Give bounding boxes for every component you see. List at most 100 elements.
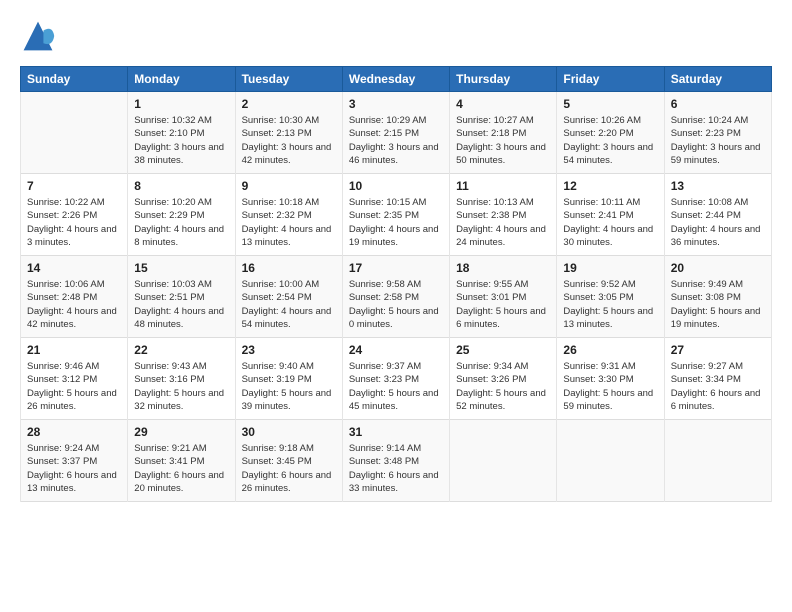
day-info: Sunrise: 10:30 AMSunset: 2:13 PMDaylight… [242, 114, 336, 167]
day-info: Sunrise: 10:27 AMSunset: 2:18 PMDaylight… [456, 114, 550, 167]
calendar-cell: 2 Sunrise: 10:30 AMSunset: 2:13 PMDayligh… [235, 92, 342, 174]
day-number: 20 [671, 261, 765, 275]
day-info: Sunrise: 10:13 AMSunset: 2:38 PMDaylight… [456, 196, 550, 249]
calendar-week-row: 14 Sunrise: 10:06 AMSunset: 2:48 PMDaylig… [21, 256, 772, 338]
day-number: 31 [349, 425, 443, 439]
day-info: Sunrise: 9:14 AMSunset: 3:48 PMDaylight:… [349, 442, 443, 495]
day-info: Sunrise: 9:21 AMSunset: 3:41 PMDaylight:… [134, 442, 228, 495]
day-info: Sunrise: 9:27 AMSunset: 3:34 PMDaylight:… [671, 360, 765, 413]
day-number: 14 [27, 261, 121, 275]
day-number: 18 [456, 261, 550, 275]
calendar-cell: 25 Sunrise: 9:34 AMSunset: 3:26 PMDayligh… [450, 338, 557, 420]
day-info: Sunrise: 9:55 AMSunset: 3:01 PMDaylight:… [456, 278, 550, 331]
calendar-cell: 7Sunrise: 10:22 AMSunset: 2:26 PMDayligh… [21, 174, 128, 256]
day-number: 6 [671, 97, 765, 111]
day-info: Sunrise: 10:15 AMSunset: 2:35 PMDaylight… [349, 196, 443, 249]
day-number: 30 [242, 425, 336, 439]
day-info: Sunrise: 10:24 AMSunset: 2:23 PMDaylight… [671, 114, 765, 167]
day-info: Sunrise: 10:26 AMSunset: 2:20 PMDaylight… [563, 114, 657, 167]
calendar-cell: 31 Sunrise: 9:14 AMSunset: 3:48 PMDayligh… [342, 420, 449, 502]
calendar-week-row: 7Sunrise: 10:22 AMSunset: 2:26 PMDayligh… [21, 174, 772, 256]
calendar-cell: 26 Sunrise: 9:31 AMSunset: 3:30 PMDayligh… [557, 338, 664, 420]
calendar-cell [21, 92, 128, 174]
day-info: Sunrise: 10:32 AMSunset: 2:10 PMDaylight… [134, 114, 228, 167]
day-info: Sunrise: 9:37 AMSunset: 3:23 PMDaylight:… [349, 360, 443, 413]
day-number: 2 [242, 97, 336, 111]
day-info: Sunrise: 9:31 AMSunset: 3:30 PMDaylight:… [563, 360, 657, 413]
day-info: Sunrise: 9:40 AMSunset: 3:19 PMDaylight:… [242, 360, 336, 413]
calendar-table: SundayMondayTuesdayWednesdayThursdayFrid… [20, 66, 772, 502]
logo [20, 18, 62, 54]
day-info: Sunrise: 10:00 AMSunset: 2:54 PMDaylight… [242, 278, 336, 331]
day-number: 17 [349, 261, 443, 275]
day-info: Sunrise: 10:03 AMSunset: 2:51 PMDaylight… [134, 278, 228, 331]
calendar-cell: 10 Sunrise: 10:15 AMSunset: 2:35 PMDaylig… [342, 174, 449, 256]
calendar-cell: 9 Sunrise: 10:18 AMSunset: 2:32 PMDayligh… [235, 174, 342, 256]
calendar-cell: 15 Sunrise: 10:03 AMSunset: 2:51 PMDaylig… [128, 256, 235, 338]
day-number: 26 [563, 343, 657, 357]
calendar-cell: 11 Sunrise: 10:13 AMSunset: 2:38 PMDaylig… [450, 174, 557, 256]
day-number: 16 [242, 261, 336, 275]
calendar-cell: 1 Sunrise: 10:32 AMSunset: 2:10 PMDayligh… [128, 92, 235, 174]
calendar-cell: 12 Sunrise: 10:11 AMSunset: 2:41 PMDaylig… [557, 174, 664, 256]
day-info: Sunrise: 9:52 AMSunset: 3:05 PMDaylight:… [563, 278, 657, 331]
calendar-cell: 23 Sunrise: 9:40 AMSunset: 3:19 PMDayligh… [235, 338, 342, 420]
calendar-cell: 17 Sunrise: 9:58 AMSunset: 2:58 PMDayligh… [342, 256, 449, 338]
calendar-week-row: 21Sunrise: 9:46 AMSunset: 3:12 PMDayligh… [21, 338, 772, 420]
weekday-header: Tuesday [235, 67, 342, 92]
calendar-body: 1 Sunrise: 10:32 AMSunset: 2:10 PMDayligh… [21, 92, 772, 502]
calendar-cell: 29 Sunrise: 9:21 AMSunset: 3:41 PMDayligh… [128, 420, 235, 502]
day-info: Sunrise: 10:22 AMSunset: 2:26 PMDaylight… [27, 196, 121, 249]
calendar-cell [557, 420, 664, 502]
day-number: 28 [27, 425, 121, 439]
calendar-cell: 13Sunrise: 10:08 AMSunset: 2:44 PMDaylig… [664, 174, 771, 256]
calendar-cell [450, 420, 557, 502]
header [20, 18, 772, 54]
weekday-header: Wednesday [342, 67, 449, 92]
day-number: 1 [134, 97, 228, 111]
calendar-cell [664, 420, 771, 502]
day-info: Sunrise: 9:49 AMSunset: 3:08 PMDaylight:… [671, 278, 765, 331]
day-info: Sunrise: 9:58 AMSunset: 2:58 PMDaylight:… [349, 278, 443, 331]
calendar-week-row: 28Sunrise: 9:24 AMSunset: 3:37 PMDayligh… [21, 420, 772, 502]
day-number: 10 [349, 179, 443, 193]
day-number: 3 [349, 97, 443, 111]
day-number: 9 [242, 179, 336, 193]
day-info: Sunrise: 9:34 AMSunset: 3:26 PMDaylight:… [456, 360, 550, 413]
calendar-cell: 27Sunrise: 9:27 AMSunset: 3:34 PMDayligh… [664, 338, 771, 420]
weekday-header: Friday [557, 67, 664, 92]
calendar-cell: 18 Sunrise: 9:55 AMSunset: 3:01 PMDayligh… [450, 256, 557, 338]
weekday-header: Thursday [450, 67, 557, 92]
day-number: 11 [456, 179, 550, 193]
calendar-cell: 30 Sunrise: 9:18 AMSunset: 3:45 PMDayligh… [235, 420, 342, 502]
day-number: 23 [242, 343, 336, 357]
day-number: 12 [563, 179, 657, 193]
calendar-week-row: 1 Sunrise: 10:32 AMSunset: 2:10 PMDayligh… [21, 92, 772, 174]
day-info: Sunrise: 10:06 AMSunset: 2:48 PMDaylight… [27, 278, 121, 331]
weekday-header: Monday [128, 67, 235, 92]
day-info: Sunrise: 9:18 AMSunset: 3:45 PMDaylight:… [242, 442, 336, 495]
day-info: Sunrise: 10:18 AMSunset: 2:32 PMDaylight… [242, 196, 336, 249]
day-info: Sunrise: 9:43 AMSunset: 3:16 PMDaylight:… [134, 360, 228, 413]
day-number: 25 [456, 343, 550, 357]
calendar-cell: 5 Sunrise: 10:26 AMSunset: 2:20 PMDayligh… [557, 92, 664, 174]
day-info: Sunrise: 10:29 AMSunset: 2:15 PMDaylight… [349, 114, 443, 167]
header-row: SundayMondayTuesdayWednesdayThursdayFrid… [21, 67, 772, 92]
calendar-cell: 14 Sunrise: 10:06 AMSunset: 2:48 PMDaylig… [21, 256, 128, 338]
calendar-cell: 20 Sunrise: 9:49 AMSunset: 3:08 PMDayligh… [664, 256, 771, 338]
calendar-cell: 4Sunrise: 10:27 AMSunset: 2:18 PMDayligh… [450, 92, 557, 174]
day-number: 29 [134, 425, 228, 439]
day-number: 24 [349, 343, 443, 357]
day-number: 19 [563, 261, 657, 275]
weekday-header: Saturday [664, 67, 771, 92]
calendar-cell: 28Sunrise: 9:24 AMSunset: 3:37 PMDayligh… [21, 420, 128, 502]
calendar-cell: 22 Sunrise: 9:43 AMSunset: 3:16 PMDayligh… [128, 338, 235, 420]
logo-icon [20, 18, 56, 54]
day-info: Sunrise: 10:11 AMSunset: 2:41 PMDaylight… [563, 196, 657, 249]
page: SundayMondayTuesdayWednesdayThursdayFrid… [0, 0, 792, 612]
day-number: 8 [134, 179, 228, 193]
day-number: 15 [134, 261, 228, 275]
day-info: Sunrise: 9:46 AMSunset: 3:12 PMDaylight:… [27, 360, 121, 413]
day-number: 22 [134, 343, 228, 357]
day-number: 5 [563, 97, 657, 111]
